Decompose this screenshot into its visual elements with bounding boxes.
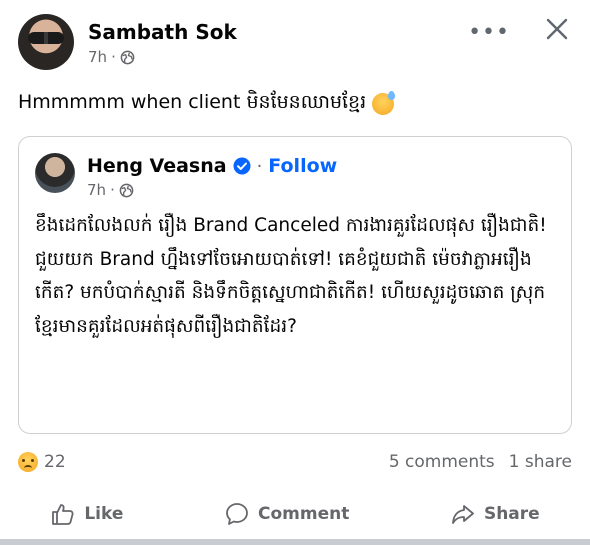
comment-bubble-icon: [226, 503, 248, 525]
author-avatar[interactable]: [18, 14, 74, 70]
globe-icon: [119, 183, 134, 197]
thumbs-up-icon: [52, 504, 74, 525]
shares-count[interactable]: 1 share: [509, 452, 572, 472]
follow-button[interactable]: Follow: [268, 155, 337, 177]
like-label: Like: [84, 504, 124, 524]
reaction-count[interactable]: 22: [44, 452, 66, 472]
globe-icon: [120, 50, 135, 64]
action-bar: Like Comment Share: [0, 492, 590, 536]
author-name[interactable]: Sambath Sok: [88, 20, 237, 44]
shared-meta-dot: ·: [110, 181, 115, 199]
post-text-content: Hmmmmm when client មិនមែនឈាមខ្មែរ: [18, 91, 367, 113]
engagement-counts: 5 comments 1 share: [389, 452, 572, 472]
bottom-divider: [0, 539, 590, 545]
follow-dot: ·: [256, 155, 263, 177]
comment-label: Comment: [257, 504, 350, 524]
sad-face-icon: [18, 452, 38, 472]
sweat-smile-emoji-icon: [372, 91, 396, 115]
comments-count[interactable]: 5 comments: [389, 452, 495, 472]
shared-post-card[interactable]: Heng Veasna · Follow 7h · ខឹងដេកលែងលក់ រ…: [18, 136, 572, 434]
share-label: Share: [483, 504, 540, 524]
like-button[interactable]: Like: [50, 501, 123, 527]
shared-author-avatar[interactable]: [35, 153, 75, 193]
shared-post-time[interactable]: 7h: [87, 181, 106, 199]
verified-badge-icon: [233, 157, 251, 175]
post-meta: 7h ·: [88, 48, 135, 66]
post-time[interactable]: 7h: [88, 48, 107, 66]
post-text: Hmmmmm when client មិនមែនឈាមខ្មែរ: [18, 90, 396, 118]
shared-post-body: ខឹងដេកលែងលក់ រឿង Brand Canceled ការងារគួ…: [35, 215, 547, 337]
share-button[interactable]: Share: [450, 501, 540, 527]
close-icon[interactable]: [544, 16, 570, 42]
shared-author-row: Heng Veasna · Follow: [87, 155, 337, 177]
post-header: Sambath Sok 7h · •••: [18, 14, 572, 70]
reactions-summary[interactable]: 22: [18, 452, 66, 472]
shared-post-meta: 7h ·: [87, 181, 134, 199]
meta-dot: ·: [111, 48, 116, 66]
share-arrow-icon: [452, 505, 474, 524]
shared-author-name[interactable]: Heng Veasna: [87, 155, 227, 177]
more-options-icon[interactable]: •••: [468, 20, 510, 45]
comment-button[interactable]: Comment: [224, 501, 349, 527]
